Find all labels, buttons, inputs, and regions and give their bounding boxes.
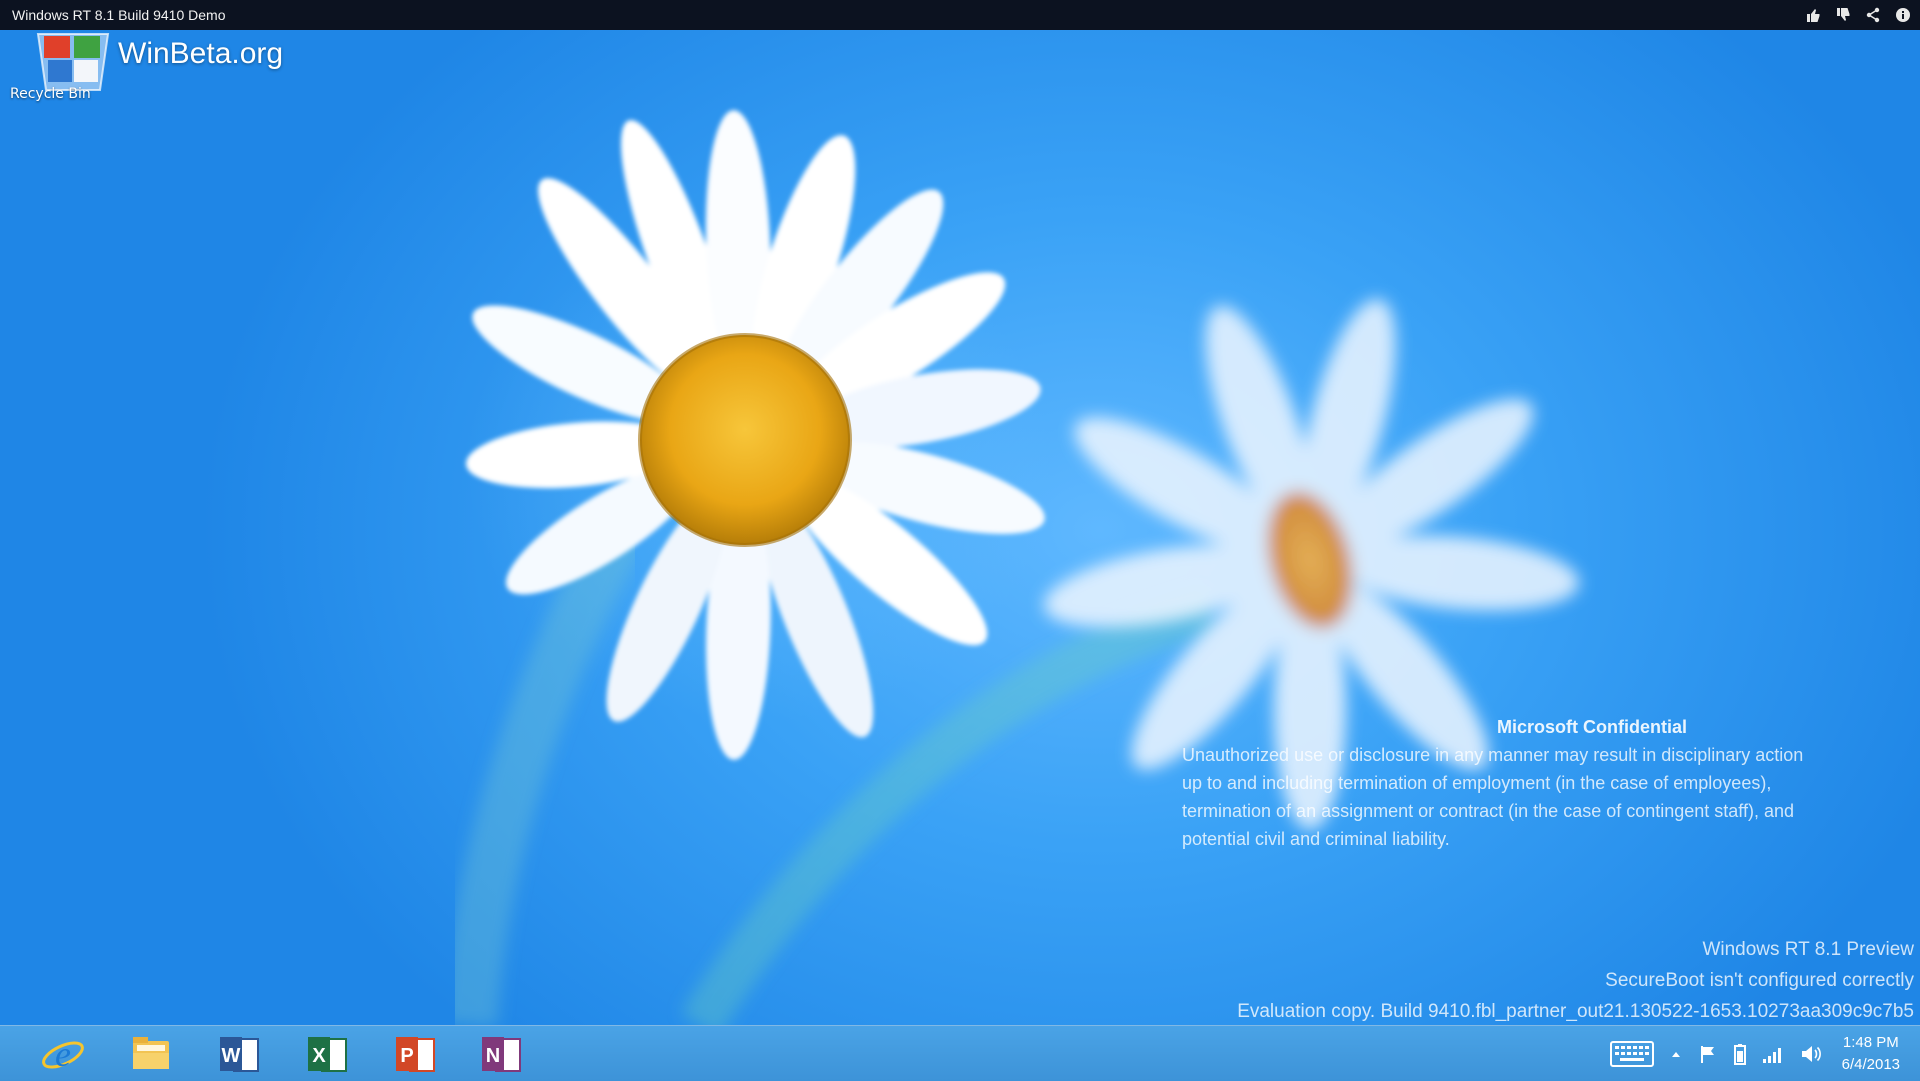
recycle-bin-label: Recycle Bin: [10, 86, 91, 102]
file-explorer-button[interactable]: [120, 1031, 182, 1077]
confidential-line: Unauthorized use or disclosure in any ma…: [1182, 745, 1804, 765]
system-clock[interactable]: 1:48 PM 6/4/2013: [1842, 1032, 1900, 1076]
clock-time: 1:48 PM: [1842, 1033, 1899, 1051]
internet-explorer-icon: e: [42, 1034, 84, 1074]
confidential-line: up to and including termination of emplo…: [1182, 773, 1772, 793]
excel-letter: X: [312, 1045, 326, 1067]
powerpoint-icon: P: [396, 1037, 435, 1072]
watermark-logo: WinBeta.org: [118, 37, 284, 70]
volume-icon[interactable]: [1800, 1044, 1822, 1064]
excel-button[interactable]: X: [296, 1031, 358, 1077]
network-signal-icon[interactable]: [1762, 1045, 1784, 1063]
file-explorer-icon: [133, 1037, 169, 1069]
powerpoint-button[interactable]: P: [384, 1031, 446, 1077]
onenote-button[interactable]: N: [470, 1031, 532, 1077]
wallpaper-flowers: [442, 110, 1580, 1025]
thumbs-up-icon[interactable]: [1804, 6, 1822, 24]
touch-keyboard-icon[interactable]: [1609, 1040, 1654, 1067]
onenote-icon: N: [482, 1037, 521, 1072]
powerpoint-letter: P: [400, 1045, 413, 1067]
taskbar: e W X P N 1:48 PM 6/4/2013: [0, 1025, 1920, 1081]
video-title-bar: Windows RT 8.1 Build 9410 Demo: [0, 0, 1920, 30]
confidential-notice: Microsoft Confidential Unauthorized use …: [1182, 713, 1912, 853]
internet-explorer-button[interactable]: e: [32, 1031, 94, 1077]
show-hidden-icons-icon[interactable]: [1670, 1049, 1682, 1059]
info-icon[interactable]: [1894, 6, 1912, 24]
secureboot-warning: SecureBoot isn't configured correctly: [1605, 970, 1914, 991]
title-actions: [1804, 0, 1912, 30]
recycle-bin-icon: [36, 33, 110, 91]
onenote-letter: N: [486, 1045, 500, 1067]
build-edition: Windows RT 8.1 Preview: [1702, 939, 1914, 960]
confidential-title: Microsoft Confidential: [1497, 717, 1687, 737]
confidential-line: termination of an assignment or contract…: [1182, 801, 1795, 821]
clock-date: 6/4/2013: [1841, 1055, 1900, 1073]
recycle-bin[interactable]: Recycle Bin: [8, 30, 110, 110]
action-center-flag-icon[interactable]: [1698, 1044, 1718, 1064]
word-button[interactable]: W: [208, 1031, 270, 1077]
excel-icon: X: [308, 1037, 347, 1072]
confidential-line: potential civil and criminal liability.: [1182, 829, 1450, 849]
system-tray: 1:48 PM 6/4/2013: [1602, 1026, 1920, 1081]
confidential-body: Unauthorized use or disclosure in any ma…: [1182, 741, 1912, 853]
build-info: Windows RT 8.1 Preview SecureBoot isn't …: [1237, 934, 1914, 1025]
battery-icon[interactable]: [1733, 1043, 1746, 1065]
word-letter: W: [222, 1045, 241, 1067]
svg-text:e: e: [55, 1034, 71, 1074]
share-icon[interactable]: [1864, 6, 1882, 24]
desktop[interactable]: Recycle Bin WinBeta.org Microsoft Confid…: [0, 30, 1920, 1025]
word-icon: W: [220, 1037, 259, 1072]
thumbs-down-icon[interactable]: [1834, 6, 1852, 24]
window-title: Windows RT 8.1 Build 9410 Demo: [12, 7, 226, 23]
build-string: Evaluation copy. Build 9410.fbl_partner_…: [1237, 1001, 1914, 1022]
